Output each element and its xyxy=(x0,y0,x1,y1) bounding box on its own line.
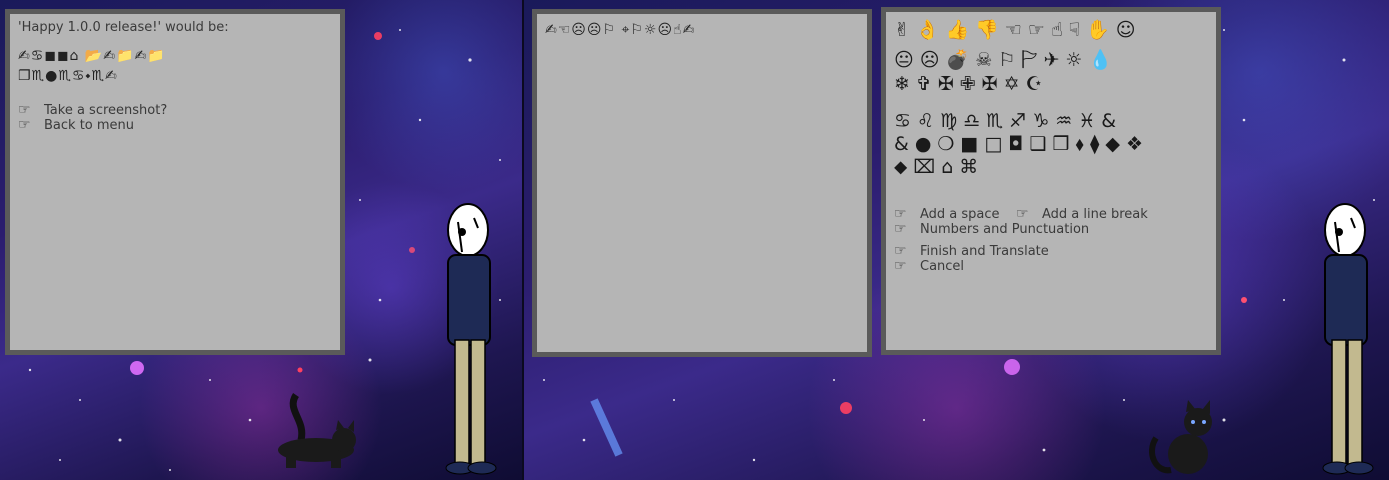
add-line-break-label: Add a line break xyxy=(1042,207,1148,222)
take-screenshot-option[interactable]: ☞ Take a screenshot? xyxy=(18,102,167,118)
black-cat-character xyxy=(1149,400,1212,474)
translated-glyphs-line-1: ✍♋◼◼⌂ 📂✍📁✍📁 xyxy=(18,48,166,64)
numbers-punctuation-button[interactable]: ☞ Numbers and Punctuation xyxy=(894,221,1089,237)
skeleton-character xyxy=(445,203,497,475)
composition-panel: ✍☜☹☹⚐ ⌖⚐☼☹☝✍ xyxy=(532,9,872,357)
pointing-hand-icon: ☞ xyxy=(894,258,907,274)
back-to-menu-label: Back to menu xyxy=(44,118,135,133)
cancel-label: Cancel xyxy=(920,259,965,274)
pointing-hand-icon: ☞ xyxy=(894,221,907,237)
game-background-right: ✍☜☹☹⚐ ⌖⚐☼☹☝✍ ✌👌👍👎☜☞☝☟✋☺ 😐☹💣☠⚐🏱✈☼💧 ❄✞✠✙✠✡… xyxy=(524,0,1389,480)
pointing-hand-icon: ☞ xyxy=(894,243,907,259)
cancel-button[interactable]: ☞ Cancel xyxy=(894,258,964,274)
pointing-hand-icon: ☞ xyxy=(18,102,31,118)
symbol-row-4[interactable]: ♋♌♍♎♏♐♑♒♓& xyxy=(894,110,1122,132)
pointing-hand-icon: ☞ xyxy=(1016,206,1029,222)
wingdings-keyboard-panel: ✌👌👍👎☜☞☝☟✋☺ 😐☹💣☠⚐🏱✈☼💧 ❄✞✠✙✠✡☪ ♋♌♍♎♏♐♑♒♓& … xyxy=(881,7,1221,355)
translated-glyphs-line-2: ❐♏●♏♋⬩♏✍ xyxy=(18,68,118,84)
black-cat-character xyxy=(278,393,356,468)
skeleton-character xyxy=(1322,203,1374,475)
composed-glyphs: ✍☜☹☹⚐ ⌖⚐☼☹☝✍ xyxy=(545,22,696,38)
numbers-punctuation-label: Numbers and Punctuation xyxy=(920,222,1090,237)
add-space-label: Add a space xyxy=(920,207,1000,222)
pointing-hand-icon: ☞ xyxy=(18,117,31,133)
take-screenshot-label: Take a screenshot? xyxy=(44,103,168,118)
game-background-left: 'Happy 1.0.0 release!' would be: ✍♋◼◼⌂ 📂… xyxy=(0,0,522,480)
finish-translate-label: Finish and Translate xyxy=(920,244,1049,259)
symbol-row-3[interactable]: ❄✞✠✙✠✡☪ xyxy=(894,73,1049,95)
symbol-row-5[interactable]: &●❍■□◘❑❒⬧⧫◆❖ xyxy=(894,133,1149,155)
symbol-row-6[interactable]: ⬥⌧⌂⌘ xyxy=(894,156,984,178)
add-line-break-button[interactable]: ☞ Add a line break xyxy=(1016,206,1148,222)
pointing-hand-icon: ☞ xyxy=(894,206,907,222)
translation-heading: 'Happy 1.0.0 release!' would be: xyxy=(18,20,229,35)
add-space-button[interactable]: ☞ Add a space xyxy=(894,206,1000,222)
translation-panel: 'Happy 1.0.0 release!' would be: ✍♋◼◼⌂ 📂… xyxy=(5,9,345,355)
finish-translate-button[interactable]: ☞ Finish and Translate xyxy=(894,243,1049,259)
back-to-menu-option[interactable]: ☞ Back to menu xyxy=(18,117,134,133)
symbol-row-1[interactable]: ✌👌👍👎☜☞☝☟✋☺ xyxy=(894,18,1142,41)
